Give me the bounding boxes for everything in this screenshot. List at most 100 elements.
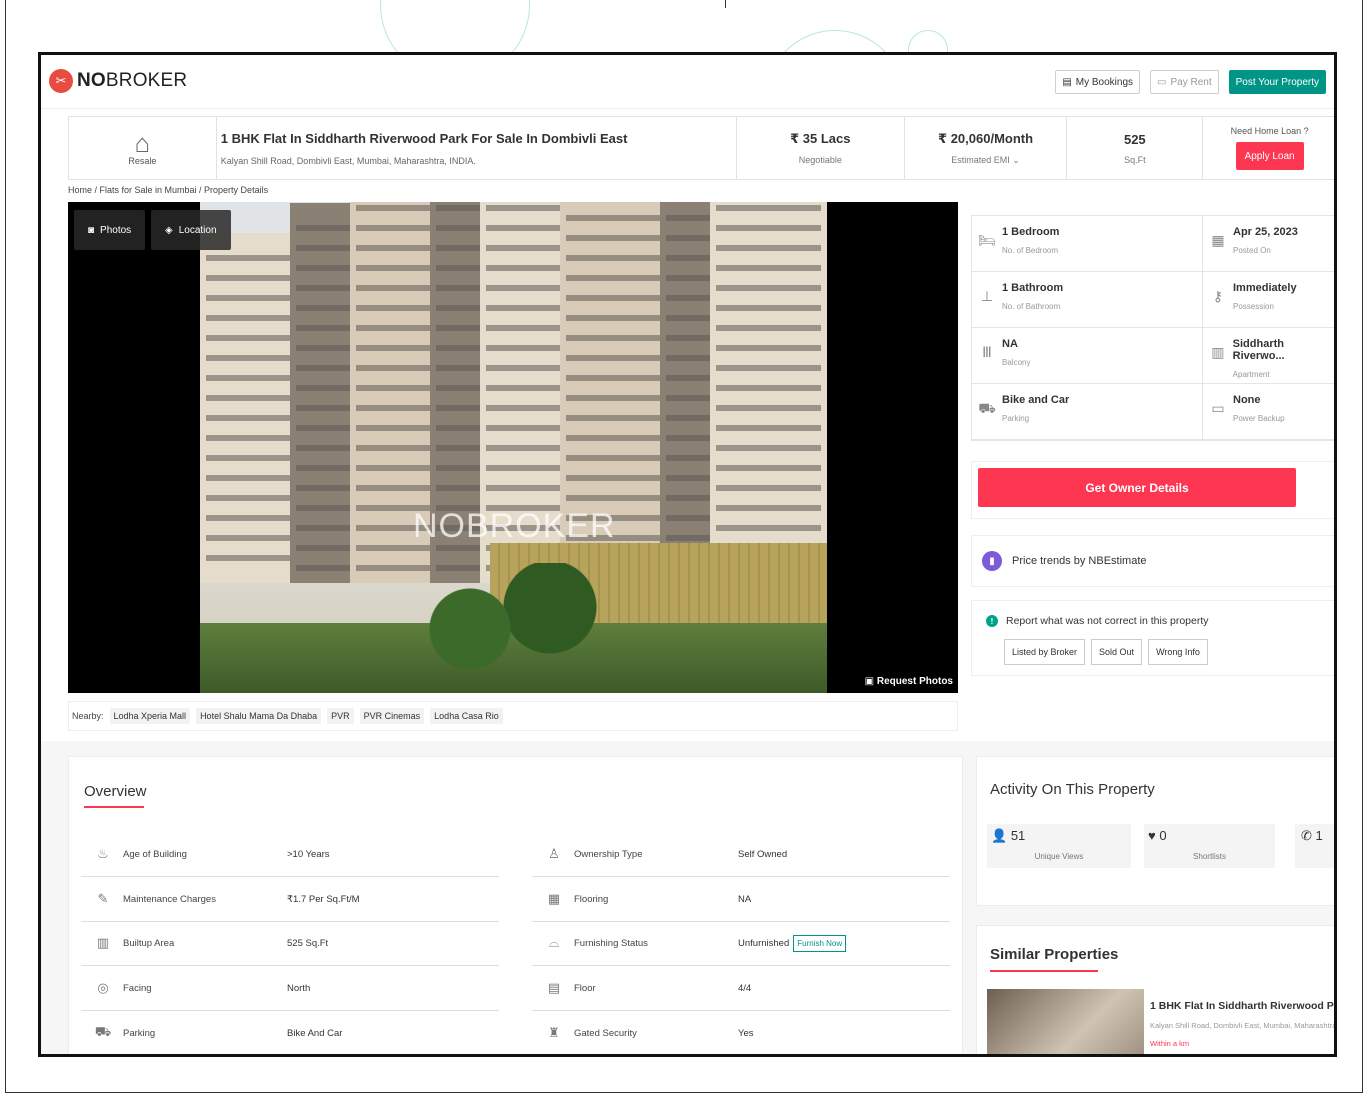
floor-icon: ▤ (547, 980, 561, 995)
overview-row: ♜ Gated Security Yes (532, 1011, 950, 1054)
spec-apartment: ▥ Siddharth Riverwo... Apartment (1203, 328, 1334, 384)
logo-text: NOBROKER (77, 70, 188, 91)
building-icon: ▥ (96, 935, 110, 950)
price-cell: ₹ 35 Lacs Negotiable (737, 117, 905, 179)
price-trends[interactable]: ▮ Price trends by NBEstimate (971, 535, 1334, 587)
spec-bathroom: ⊥ 1 Bathroom No. of Bathroom (972, 272, 1203, 328)
bookings-icon: ▤ (1062, 76, 1072, 88)
owner-box: Get Owner Details (971, 461, 1334, 519)
logo-icon: ✂ (49, 69, 73, 93)
overview-title: Overview (84, 783, 147, 800)
loan-question: Need Home Loan ? (1230, 126, 1309, 136)
spec-possession: ⚷ Immediately Possession (1203, 272, 1334, 328)
title-cell: 1 BHK Flat In Siddharth Riverwood Park F… (217, 117, 737, 179)
property-photo[interactable]: NOBROKER ◙ Photos ◈ Location ▣ Request Pho… (68, 202, 958, 693)
bed-icon: 🛏 (978, 232, 996, 248)
overview-row: ♙ Ownership Type Self Owned (532, 832, 950, 877)
user-icon: 👤 (991, 828, 1011, 843)
area-cell: 525 Sq.Ft (1067, 117, 1204, 179)
building-icon: ▥ (1211, 344, 1225, 360)
nobroker-logo[interactable]: ✂ NOBROKER (49, 69, 187, 93)
pay-rent-button[interactable]: ▭ Pay Rent (1150, 70, 1219, 94)
overview-row: ⛟ Parking Bike And Car (81, 1011, 499, 1054)
compass-icon: ◎ (97, 980, 109, 995)
wrong-info-button[interactable]: Wrong Info (1148, 639, 1208, 665)
price: ₹ 35 Lacs (790, 131, 851, 146)
nearby-chip[interactable]: Lodha Xperia Mall (109, 708, 191, 724)
overview-row: ▤ Floor 4/4 (532, 966, 950, 1011)
overview-row: ▦ Flooring NA (532, 877, 950, 922)
chart-icon: ▮ (982, 551, 1002, 571)
alert-icon: ! (986, 615, 998, 627)
similar-property-info[interactable]: 1 BHK Flat In Siddharth Riverwood Park F… (1150, 1000, 1334, 1048)
breadcrumb[interactable]: Home / Flats for Sale in Mumbai / Proper… (68, 185, 268, 195)
listed-by-broker-button[interactable]: Listed by Broker (1004, 639, 1086, 665)
activity-section: Activity On This Property 👤 51 Unique Vi… (976, 756, 1334, 906)
spec-parking: ⛟ Bike and Car Parking (972, 384, 1203, 440)
browser-window: ✂ NOBROKER ▤ My Bookings ▭ Pay Rent Post Y… (38, 52, 1337, 1057)
shortlists-card: ♥ 0 Shortlists (1144, 824, 1275, 868)
key-icon: ⚷ (1212, 288, 1224, 304)
nearby-chip[interactable]: Lodha Casa Rio (430, 708, 503, 724)
property-title: 1 BHK Flat In Siddharth Riverwood Park F… (220, 130, 628, 146)
overview-row: ◎ Facing North (81, 966, 499, 1011)
resale-badge: ⌂ Resale (69, 117, 217, 179)
balcony-icon: Ⅲ (982, 344, 992, 360)
get-owner-details-button[interactable]: Get Owner Details (978, 468, 1296, 507)
overview-row: ♨ Age of Building >10 Years (81, 832, 499, 877)
building-image (200, 202, 827, 693)
area-unit: Sq.Ft (1124, 154, 1146, 165)
loan-cell: Need Home Loan ? Apply Loan (1203, 117, 1334, 179)
overview-row: ✎ Maintenance Charges ₹1.7 Per Sq.Ft/M (81, 877, 499, 922)
emi-cell[interactable]: ₹ 20,060/Month Estimated EMI ⌄ (905, 117, 1068, 179)
calendar-icon: ▦ (1211, 232, 1225, 248)
sold-out-button[interactable]: Sold Out (1091, 639, 1143, 665)
emi-value: ₹ 20,060/Month (938, 130, 1034, 146)
spec-balcony: Ⅲ NA Balcony (972, 328, 1203, 384)
security-guard-icon: ♜ (548, 1025, 560, 1040)
request-photos-button[interactable]: ▣ Request Photos (861, 674, 956, 689)
similar-properties: Similar Properties 1 BHK Flat In Siddhar… (976, 925, 1334, 1054)
furnish-now-button[interactable]: Furnish Now (793, 934, 847, 952)
sofa-icon: ⌓ (548, 935, 560, 950)
house-icon: ⌂ (134, 128, 151, 158)
apply-loan-button[interactable]: Apply Loan (1235, 142, 1304, 170)
nearby-chip[interactable]: Hotel Shalu Mama Da Dhaba (196, 708, 322, 724)
property-address: Kalyan Shill Road, Dombivli East, Mumbai… (220, 155, 476, 166)
ownership-icon: ♙ (548, 846, 560, 861)
area-value: 525 (1123, 131, 1146, 147)
unique-views-card: 👤 51 Unique Views (987, 824, 1131, 868)
compass-icon: ◈ (165, 224, 173, 236)
bath-icon: ⊥ (980, 288, 994, 304)
property-summary: ⌂ Resale 1 BHK Flat In Siddharth Riverwo… (68, 116, 1334, 180)
emi-dropdown[interactable]: Estimated EMI ⌄ (951, 155, 1020, 166)
report-box: ! Report what was not correct in this pro… (971, 600, 1334, 676)
spec-power-backup: ▭ None Power Backup (1203, 384, 1334, 440)
card-icon: ▭ (1157, 76, 1167, 88)
my-bookings-button[interactable]: ▤ My Bookings (1055, 70, 1141, 94)
price-note: Negotiable (798, 155, 842, 165)
image-icon: ▣ (864, 676, 877, 687)
cake-icon: ♨ (97, 846, 109, 861)
nearby-label: Nearby: (72, 711, 104, 721)
location-button[interactable]: ◈ Location (151, 210, 231, 250)
contacts-card: ✆ 1 (1295, 824, 1334, 868)
post-property-button[interactable]: Post Your Property (1228, 70, 1326, 94)
spec-bedroom: 🛏 1 Bedroom No. of Bedroom (972, 216, 1203, 272)
nearby-chip[interactable]: PVR (327, 708, 354, 724)
spec-posted: ▦ Apr 25, 2023 Posted On (1203, 216, 1334, 272)
camera-icon: ◙ (88, 224, 95, 236)
nearby-chip[interactable]: PVR Cinemas (359, 708, 425, 724)
similar-property-image[interactable] (987, 989, 1144, 1054)
similar-title: Similar Properties (990, 946, 1119, 963)
activity-title: Activity On This Property (990, 781, 1155, 798)
photos-button[interactable]: ◙ Photos (74, 210, 146, 250)
watermark: NOBROKER (413, 507, 616, 545)
heart-icon: ♥ (1148, 828, 1160, 843)
overview-row: ⌓ Furnishing Status Unfurnished Furnish Now (532, 921, 950, 966)
site-header: ✂ NOBROKER ▤ My Bookings ▭ Pay Rent Post Y… (41, 55, 1334, 109)
battery-icon: ▭ (1211, 400, 1225, 416)
car-icon: ⛟ (978, 400, 996, 416)
phone-icon: ✆ (1301, 828, 1316, 843)
car-icon: ⛟ (94, 1024, 112, 1039)
